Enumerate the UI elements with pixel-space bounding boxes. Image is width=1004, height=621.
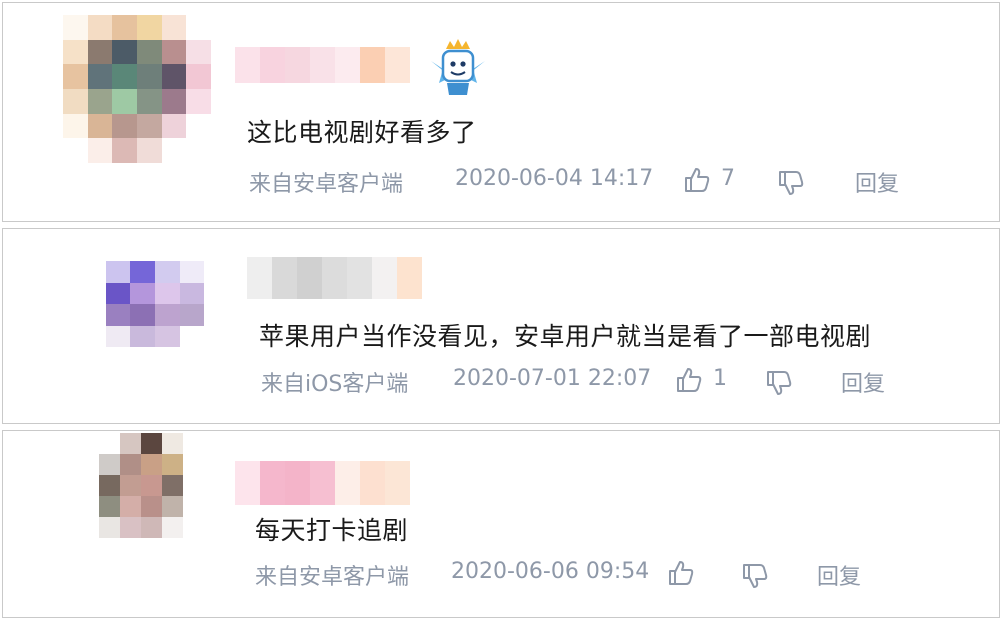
comment-source: 来自安卓客户端 <box>255 565 410 590</box>
comment-text: 苹果用户当作没看见，安卓用户就当是看了一部电视剧 <box>259 322 872 351</box>
thumbs-down-icon[interactable] <box>741 562 769 590</box>
comment-text: 这比电视剧好看多了 <box>247 118 477 147</box>
avatar[interactable] <box>99 433 225 559</box>
comment-card: 这比电视剧好看多了 来自安卓客户端 2020-06-04 14:17 7 回复 <box>2 2 1000 222</box>
comment-text: 每天打卡追剧 <box>255 516 409 545</box>
thumbs-up-icon[interactable] <box>683 166 711 194</box>
comment-time: 2020-06-06 09:54 <box>451 559 650 584</box>
like-count: 1 <box>713 366 727 391</box>
comment-time: 2020-06-04 14:17 <box>455 166 654 191</box>
username-redacted[interactable] <box>235 461 410 505</box>
username-redacted[interactable] <box>247 257 422 299</box>
comment-time: 2020-07-01 22:07 <box>453 366 652 391</box>
thumbs-down-icon[interactable] <box>777 169 805 197</box>
avatar[interactable] <box>63 15 211 163</box>
like-count: 7 <box>721 166 735 191</box>
reply-button[interactable]: 回复 <box>841 366 885 398</box>
comment-card: 苹果用户当作没看见，安卓用户就当是看了一部电视剧 来自iOS客户端 2020-0… <box>2 228 1000 424</box>
thumbs-up-icon[interactable] <box>667 559 695 587</box>
reply-button[interactable]: 回复 <box>817 559 861 591</box>
avatar[interactable] <box>81 261 229 369</box>
crowned-mascot-badge-icon <box>431 39 485 95</box>
reply-button[interactable]: 回复 <box>855 166 899 198</box>
username-redacted[interactable] <box>235 47 410 83</box>
comment-source: 来自安卓客户端 <box>249 172 404 197</box>
comment-source: 来自iOS客户端 <box>261 372 409 397</box>
comment-card: 每天打卡追剧 来自安卓客户端 2020-06-06 09:54 回复 <box>2 430 1000 618</box>
thumbs-up-icon[interactable] <box>675 366 703 394</box>
thumbs-down-icon[interactable] <box>765 369 793 397</box>
